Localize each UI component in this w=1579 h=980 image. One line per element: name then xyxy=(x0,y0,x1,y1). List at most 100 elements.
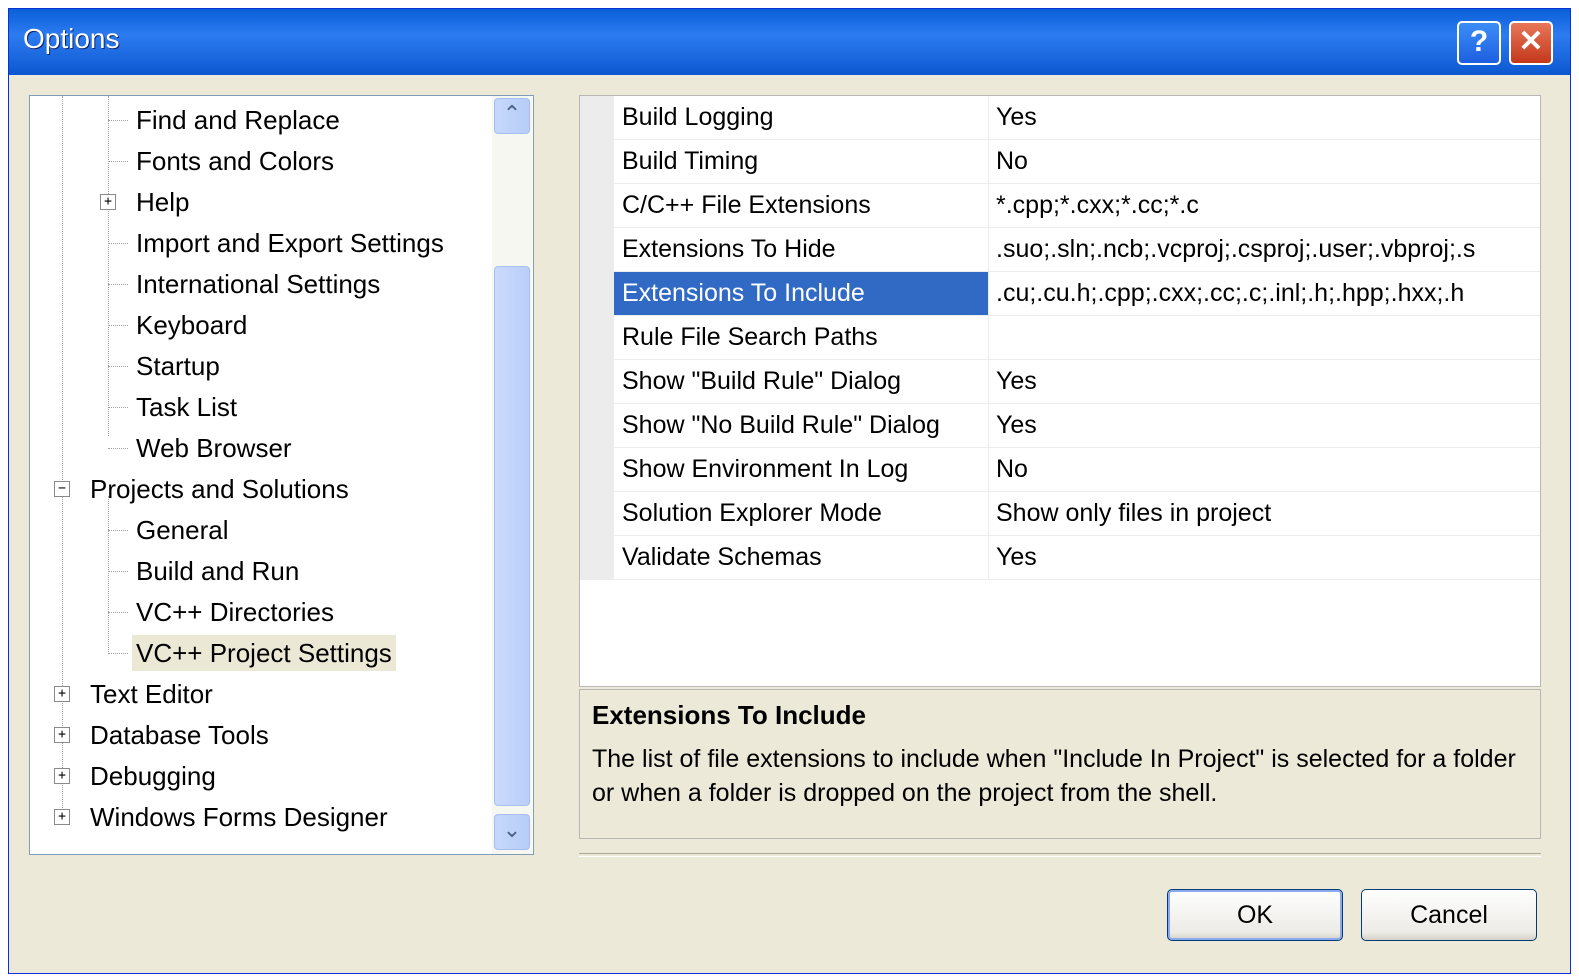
property-value[interactable]: Yes xyxy=(996,360,1540,403)
property-name[interactable]: Extensions To Hide xyxy=(614,228,988,271)
property-name[interactable]: Solution Explorer Mode xyxy=(614,492,988,535)
property-divider xyxy=(988,184,989,227)
property-name[interactable]: Build Logging xyxy=(614,96,988,139)
property-name[interactable]: Show "No Build Rule" Dialog xyxy=(614,404,988,447)
tree-item-windows-forms-designer[interactable]: Windows Forms Designer xyxy=(86,799,392,835)
options-tree: ⌃ ⌄ Find and Replace Fonts and Colors + Hel… xyxy=(29,95,534,855)
property-divider xyxy=(988,272,989,315)
options-dialog: Options ? ✕ ⌃ ⌄ Find and Replace Fonts an… xyxy=(8,8,1571,974)
property-value[interactable]: .suo;.sln;.ncb;.vcproj;.csproj;.user;.vb… xyxy=(996,228,1540,271)
tree-item-build-and-run[interactable]: Build and Run xyxy=(132,553,303,589)
tree-item-keyboard[interactable]: Keyboard xyxy=(132,307,251,343)
property-row[interactable]: Rule File Search Paths xyxy=(580,316,1540,360)
tree-item-general[interactable]: General xyxy=(132,512,233,548)
property-divider xyxy=(988,404,989,447)
expand-icon[interactable]: + xyxy=(54,727,70,743)
property-row-margin xyxy=(580,536,614,579)
property-name[interactable]: C/C++ File Extensions xyxy=(614,184,988,227)
property-row-margin xyxy=(580,492,614,535)
description-title: Extensions To Include xyxy=(592,700,867,730)
property-divider xyxy=(988,316,989,359)
tree-item-import-and-export-settings[interactable]: Import and Export Settings xyxy=(132,225,448,261)
help-button[interactable]: ? xyxy=(1457,21,1501,65)
property-value[interactable]: *.cpp;*.cxx;*.cc;*.c xyxy=(996,184,1540,227)
expand-icon[interactable]: + xyxy=(100,194,116,210)
property-value[interactable]: No xyxy=(996,448,1540,491)
tree-guide-line xyxy=(108,496,109,654)
property-value[interactable]: Yes xyxy=(996,404,1540,447)
tree-guide-line xyxy=(108,530,128,531)
property-row[interactable]: Show "No Build Rule" Dialog Yes xyxy=(580,404,1540,448)
tree-item-find-and-replace[interactable]: Find and Replace xyxy=(132,102,344,138)
property-divider xyxy=(988,492,989,535)
property-row-margin xyxy=(580,140,614,183)
tree-item-startup[interactable]: Startup xyxy=(132,348,224,384)
expand-icon[interactable]: + xyxy=(54,809,70,825)
property-row[interactable]: C/C++ File Extensions *.cpp;*.cxx;*.cc;*.… xyxy=(580,184,1540,228)
property-row[interactable]: Extensions To Include .cu;.cu.h;.cpp;.cxx… xyxy=(580,272,1540,316)
description-text: The list of file extensions to include w… xyxy=(592,745,1516,807)
scrollbar-thumb[interactable] xyxy=(494,266,530,806)
property-divider xyxy=(988,96,989,139)
tree-item-projects-and-solutions[interactable]: Projects and Solutions xyxy=(86,471,353,507)
tree-item-help[interactable]: Help xyxy=(132,184,193,220)
dialog-title: Options xyxy=(23,23,120,54)
property-value[interactable]: .cu;.cu.h;.cpp;.cxx;.cc;.c;.inl;.h;.hpp;… xyxy=(996,272,1540,315)
tree-item-web-browser[interactable]: Web Browser xyxy=(132,430,296,466)
title-bar[interactable]: Options ? ✕ xyxy=(9,9,1570,75)
expand-icon[interactable]: + xyxy=(54,768,70,784)
ok-button[interactable]: OK xyxy=(1167,889,1343,941)
property-row-margin xyxy=(580,404,614,447)
scroll-down-arrow-icon[interactable]: ⌄ xyxy=(494,814,530,850)
property-row[interactable]: Build Timing No xyxy=(580,140,1540,184)
tree-guide-line xyxy=(62,96,63,818)
scroll-up-arrow-icon[interactable]: ⌃ xyxy=(494,98,530,134)
tree-guide-line xyxy=(108,653,128,654)
tree-item-database-tools[interactable]: Database Tools xyxy=(86,717,273,753)
property-name[interactable]: Extensions To Include xyxy=(614,272,988,315)
property-grid: Build Logging Yes Build Timing No C/C++ File… xyxy=(579,95,1541,687)
property-divider xyxy=(988,140,989,183)
property-name[interactable]: Show "Build Rule" Dialog xyxy=(614,360,988,403)
property-row[interactable]: Show "Build Rule" Dialog Yes xyxy=(580,360,1540,404)
collapse-icon[interactable]: − xyxy=(54,481,70,497)
property-row[interactable]: Solution Explorer Mode Show only files in… xyxy=(580,492,1540,536)
property-row[interactable]: Show Environment In Log No xyxy=(580,448,1540,492)
property-divider xyxy=(988,228,989,271)
tree-guide-line xyxy=(108,366,128,367)
property-value[interactable]: Yes xyxy=(996,536,1540,579)
property-name[interactable]: Show Environment In Log xyxy=(614,448,988,491)
property-value[interactable]: Show only files in project xyxy=(996,492,1540,535)
expand-icon[interactable]: + xyxy=(54,686,70,702)
property-row-margin xyxy=(580,316,614,359)
property-row[interactable]: Extensions To Hide .suo;.sln;.ncb;.vcproj… xyxy=(580,228,1540,272)
tree-scrollbar[interactable]: ⌃ ⌄ xyxy=(492,96,532,854)
tree-guide-line xyxy=(108,120,128,121)
tree-item-international-settings[interactable]: International Settings xyxy=(132,266,384,302)
property-name[interactable]: Build Timing xyxy=(614,140,988,183)
property-name[interactable]: Validate Schemas xyxy=(614,536,988,579)
property-name[interactable]: Rule File Search Paths xyxy=(614,316,988,359)
property-row-margin xyxy=(580,448,614,491)
property-row-margin xyxy=(580,228,614,271)
tree-item-vc-project-settings[interactable]: VC++ Project Settings xyxy=(132,635,396,671)
property-value[interactable]: Yes xyxy=(996,96,1540,139)
separator xyxy=(579,853,1541,857)
property-row-margin xyxy=(580,272,614,315)
tree-item-vc-directories[interactable]: VC++ Directories xyxy=(132,594,338,630)
tree-guide-line xyxy=(108,325,128,326)
tree-guide-line xyxy=(108,448,128,449)
close-button[interactable]: ✕ xyxy=(1509,21,1553,65)
property-row-margin xyxy=(580,96,614,139)
property-value[interactable] xyxy=(996,316,1540,359)
property-row[interactable]: Build Logging Yes xyxy=(580,96,1540,140)
property-value[interactable]: No xyxy=(996,140,1540,183)
tree-item-fonts-and-colors[interactable]: Fonts and Colors xyxy=(132,143,338,179)
tree-item-debugging[interactable]: Debugging xyxy=(86,758,220,794)
tree-item-task-list[interactable]: Task List xyxy=(132,389,241,425)
tree-guide-line xyxy=(108,407,128,408)
property-row[interactable]: Validate Schemas Yes xyxy=(580,536,1540,580)
cancel-button[interactable]: Cancel xyxy=(1361,889,1537,941)
property-row-margin xyxy=(580,360,614,403)
tree-item-text-editor[interactable]: Text Editor xyxy=(86,676,217,712)
